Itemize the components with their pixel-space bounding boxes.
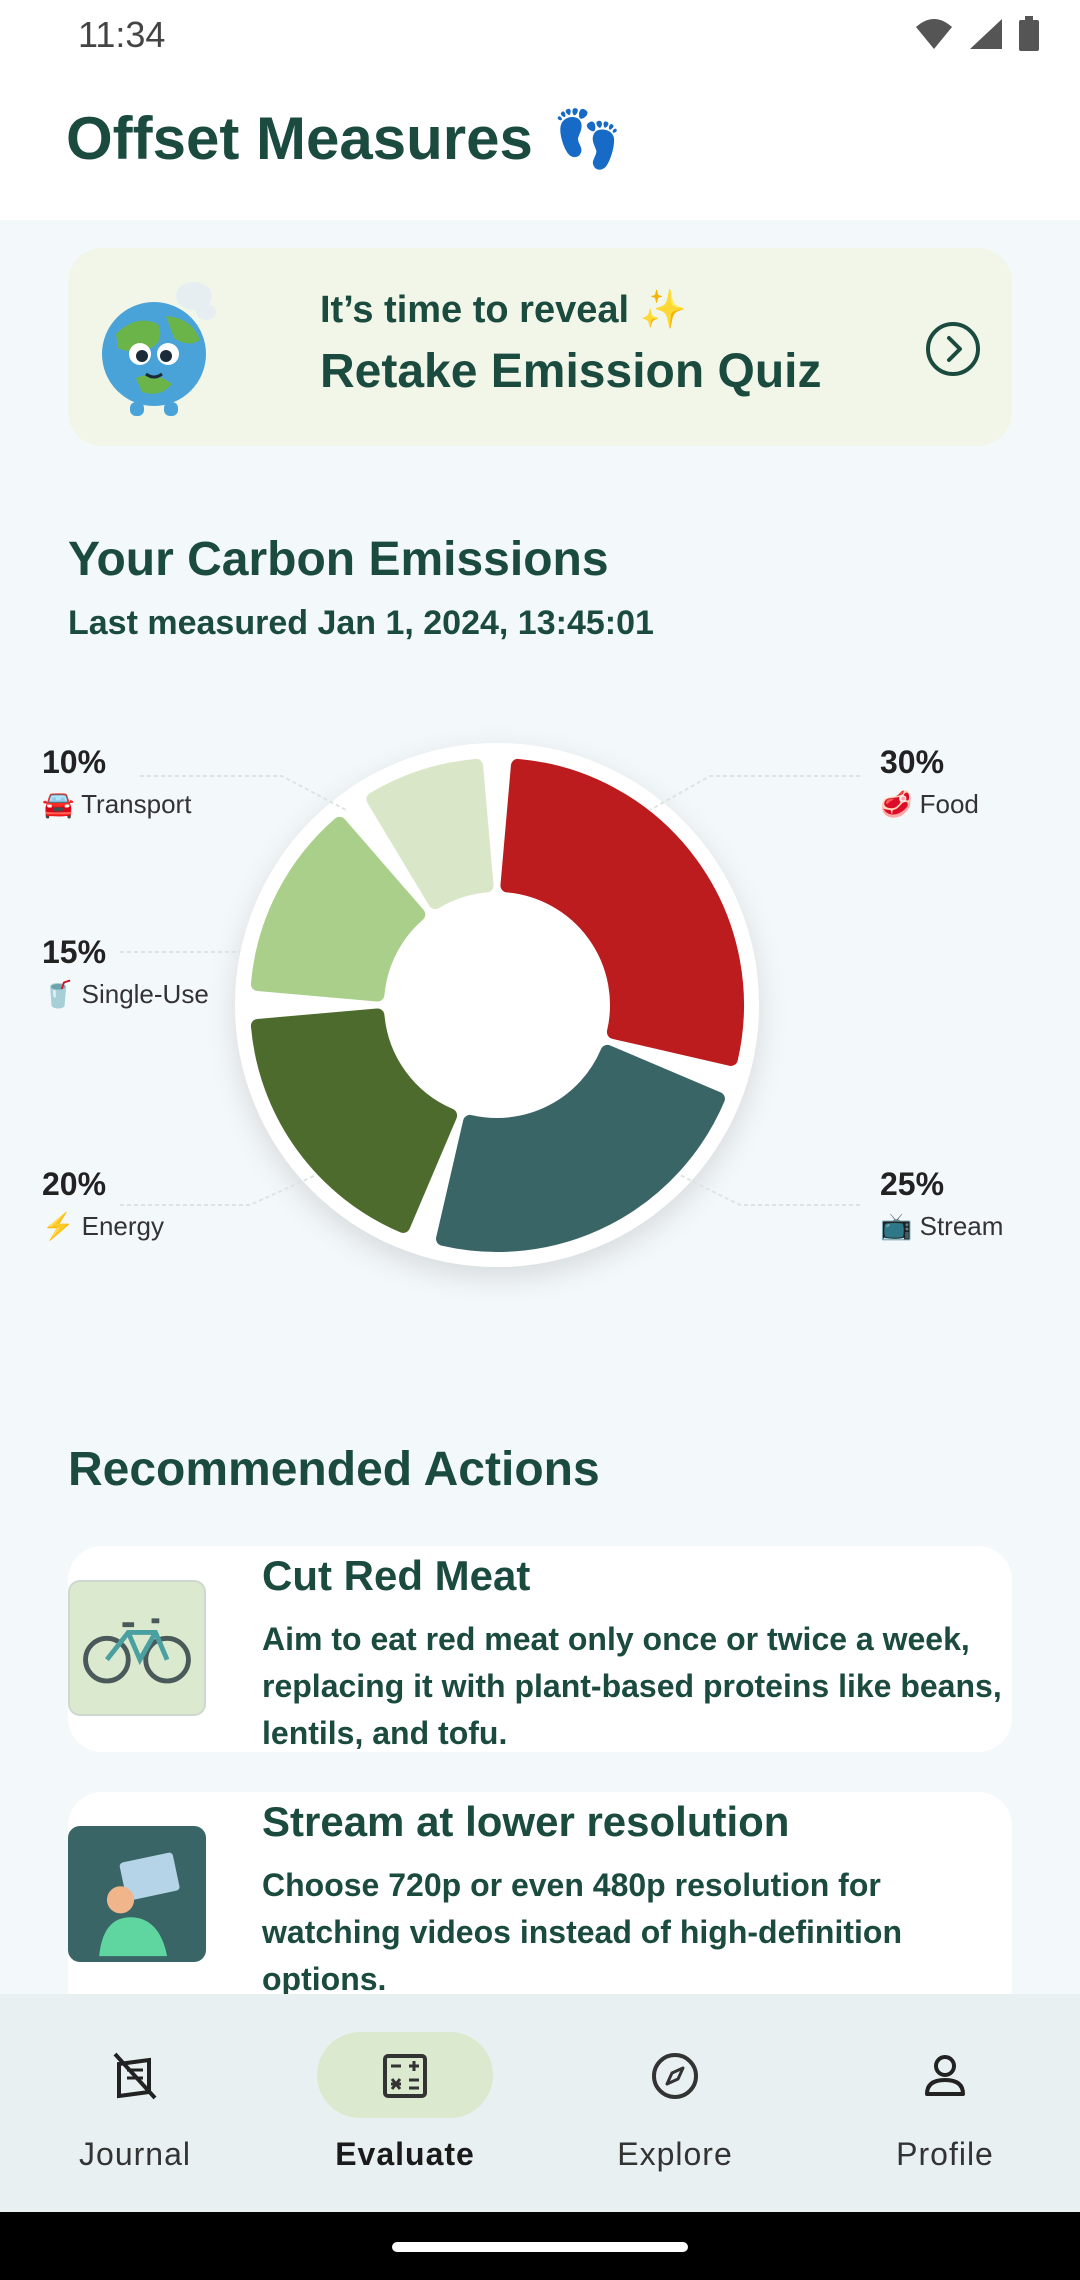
app-header: Offset Measures 👣 [0, 70, 1080, 220]
wifi-icon [916, 19, 952, 49]
laptop-person-icon [68, 1826, 206, 1962]
label-food: 30% 🥩 Food [880, 744, 979, 820]
last-measured: Last measured Jan 1, 2024, 13:45:01 [68, 604, 654, 642]
page-title-text: Offset Measures [66, 105, 533, 172]
label-single-use-name: Single-Use [81, 979, 209, 1009]
nav-profile[interactable]: Profile [810, 1994, 1080, 2212]
quiz-kicker: It’s time to reveal ✨ [320, 289, 687, 331]
label-energy: 20% ⚡ Energy [42, 1166, 164, 1242]
tv-icon: 📺 [880, 1211, 913, 1241]
action-description: Aim to eat red meat only once or twice a… [262, 1621, 1002, 1751]
label-single-use-pct: 15% [42, 934, 107, 970]
footprints-icon: 👣 [552, 106, 623, 170]
cellular-signal-icon [970, 19, 1002, 49]
label-food-pct: 30% [880, 744, 945, 780]
journal-icon [113, 2052, 157, 2100]
action-description: Choose 720p or even 480p resolution for … [262, 1867, 902, 1997]
recommended-actions-title: Recommended Actions [68, 1443, 600, 1496]
nav-explore-label: Explore [617, 2136, 733, 2172]
car-icon: 🚘 [42, 789, 75, 819]
page-title: Offset Measures 👣 [66, 104, 623, 173]
action-title: Cut Red Meat [262, 1552, 531, 1599]
label-transport-name: Transport [81, 789, 192, 819]
battery-icon [1019, 16, 1039, 51]
home-gesture-handle[interactable] [392, 2242, 688, 2252]
compass-icon [652, 2053, 698, 2099]
label-stream-pct: 25% [880, 1166, 945, 1202]
emissions-donut-chart: 10% 🚘 Transport 15% 🥤 Single-Use 20% ⚡ E… [0, 700, 1080, 1320]
action-title: Stream at lower resolution [262, 1798, 790, 1845]
meat-icon: 🥩 [880, 789, 913, 819]
nav-explore[interactable]: Explore [540, 1994, 810, 2212]
nav-journal-label: Journal [79, 2136, 191, 2172]
label-single-use: 15% 🥤 Single-Use [42, 934, 209, 1010]
calculator-icon [383, 2054, 427, 2098]
label-transport-pct: 10% [42, 744, 107, 780]
action-card-cut-red-meat[interactable]: Cut Red Meat Aim to eat red meat only on… [68, 1546, 1012, 1752]
label-stream: 25% 📺 Stream [880, 1166, 1003, 1242]
label-energy-pct: 20% [42, 1166, 107, 1202]
nav-profile-label: Profile [896, 2136, 994, 2172]
quiz-title: Retake Emission Quiz [320, 345, 822, 398]
action-card-stream-lower-resolution[interactable]: Stream at lower resolution Choose 720p o… [68, 1792, 1012, 1997]
label-transport: 10% 🚘 Transport [42, 744, 191, 820]
label-energy-name: Energy [81, 1211, 164, 1241]
nav-evaluate-label: Evaluate [335, 2136, 475, 2172]
status-icons [914, 16, 1040, 52]
chevron-right-circle-icon[interactable] [924, 320, 982, 378]
person-icon [925, 2055, 965, 2096]
earth-mascot-icon [102, 282, 216, 416]
label-food-name: Food [919, 789, 979, 819]
nav-journal[interactable]: Journal [0, 1994, 270, 2212]
bottom-navigation: Journal Evaluate Explore Profile [0, 1994, 1080, 2212]
label-stream-name: Stream [919, 1211, 1004, 1241]
status-time: 11:34 [78, 14, 166, 55]
gesture-navigation-bar [0, 2212, 1080, 2280]
bicycle-icon [68, 1580, 206, 1716]
nav-evaluate[interactable]: Evaluate [270, 1994, 540, 2212]
status-bar: 11:34 [0, 0, 1080, 70]
emissions-title: Your Carbon Emissions [68, 533, 609, 586]
lightning-icon: ⚡ [42, 1211, 75, 1241]
retake-quiz-card[interactable]: It’s time to reveal ✨ Retake Emission Qu… [68, 248, 1012, 446]
cup-icon: 🥤 [42, 979, 75, 1009]
